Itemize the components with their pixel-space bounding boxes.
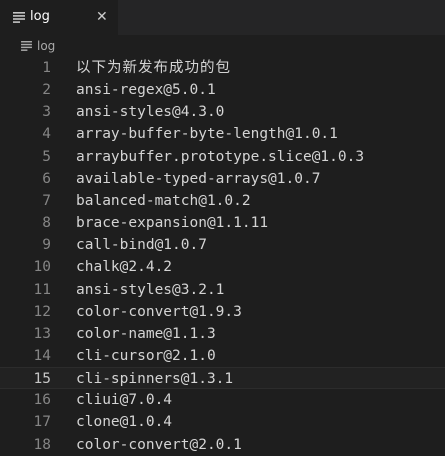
lines-icon [13, 12, 25, 23]
code-line[interactable]: 1 以下为新发布成功的包 [0, 57, 445, 79]
line-text: ansi-styles@4.3.0 [76, 104, 225, 121]
code-line[interactable]: 18 color-convert@2.0.1 [0, 434, 445, 456]
line-number: 2 [42, 82, 51, 99]
code-line[interactable]: 11 ansi-styles@3.2.1 [0, 279, 445, 301]
line-text: ansi-regex@5.0.1 [76, 82, 216, 99]
code-line[interactable]: 10 chalk@2.4.2 [0, 256, 445, 278]
line-number: 6 [42, 170, 51, 187]
code-line[interactable]: 17 clone@1.0.4 [0, 411, 445, 433]
tab-log[interactable]: log ✕ [0, 0, 118, 35]
breadcrumb-item-log[interactable]: log [37, 39, 55, 53]
line-text: color-convert@1.9.3 [76, 303, 242, 320]
breadcrumb: log [0, 35, 445, 57]
line-text: ansi-styles@3.2.1 [76, 281, 225, 298]
close-icon[interactable]: ✕ [96, 8, 108, 26]
line-text: clone@1.0.4 [76, 414, 173, 431]
line-text: color-name@1.1.3 [76, 325, 216, 342]
editor[interactable]: 1 以下为新发布成功的包 2 ansi-regex@5.0.1 3 ansi-styles… [0, 57, 445, 456]
lines-icon [21, 41, 32, 51]
line-number: 11 [33, 281, 51, 298]
line-number: 1 [42, 60, 51, 76]
line-number: 4 [42, 126, 51, 143]
line-text: cliui@7.0.4 [76, 392, 173, 409]
line-number: 12 [33, 303, 51, 320]
code-line[interactable]: 6 available-typed-arrays@1.0.7 [0, 168, 445, 190]
code-line[interactable]: 12 color-convert@1.9.3 [0, 301, 445, 323]
code-line[interactable]: 15 cli-spinners@1.3.1 [0, 367, 445, 390]
line-number: 16 [33, 392, 51, 409]
line-number: 9 [42, 237, 51, 254]
line-number: 7 [42, 192, 51, 209]
line-text: array-buffer-byte-length@1.0.1 [76, 126, 338, 143]
code-line[interactable]: 5 arraybuffer.prototype.slice@1.0.3 [0, 146, 445, 168]
line-text: brace-expansion@1.1.11 [76, 215, 269, 232]
code-line[interactable]: 16 cliui@7.0.4 [0, 389, 445, 411]
tab-label: log [30, 9, 50, 24]
line-text: balanced-match@1.0.2 [76, 192, 251, 209]
line-number: 13 [33, 325, 51, 342]
line-text: cli-cursor@2.1.0 [76, 347, 216, 364]
line-number: 17 [33, 414, 51, 431]
line-text: available-typed-arrays@1.0.7 [76, 170, 321, 187]
line-number: 10 [33, 259, 51, 276]
line-number: 15 [33, 371, 51, 388]
line-number: 18 [33, 436, 51, 453]
line-text: arraybuffer.prototype.slice@1.0.3 [76, 148, 365, 165]
line-number: 8 [42, 215, 51, 232]
line-text: chalk@2.4.2 [76, 259, 173, 276]
code-line[interactable]: 4 array-buffer-byte-length@1.0.1 [0, 123, 445, 145]
tab-bar: log ✕ [0, 0, 445, 35]
line-number: 3 [42, 104, 51, 121]
code-line[interactable]: 2 ansi-regex@5.0.1 [0, 79, 445, 101]
code-line[interactable]: 8 brace-expansion@1.1.11 [0, 212, 445, 234]
line-text: cli-spinners@1.3.1 [76, 371, 234, 388]
code-line[interactable]: 9 call-bind@1.0.7 [0, 234, 445, 256]
line-number: 14 [33, 347, 51, 364]
line-text: 以下为新发布成功的包 [76, 60, 231, 76]
line-text: color-convert@2.0.1 [76, 436, 242, 453]
code-line[interactable]: 7 balanced-match@1.0.2 [0, 190, 445, 212]
line-number: 5 [42, 148, 51, 165]
code-line[interactable]: 13 color-name@1.1.3 [0, 323, 445, 345]
line-text: call-bind@1.0.7 [76, 237, 207, 254]
code-line[interactable]: 14 cli-cursor@2.1.0 [0, 345, 445, 367]
code-line[interactable]: 3 ansi-styles@4.3.0 [0, 101, 445, 123]
